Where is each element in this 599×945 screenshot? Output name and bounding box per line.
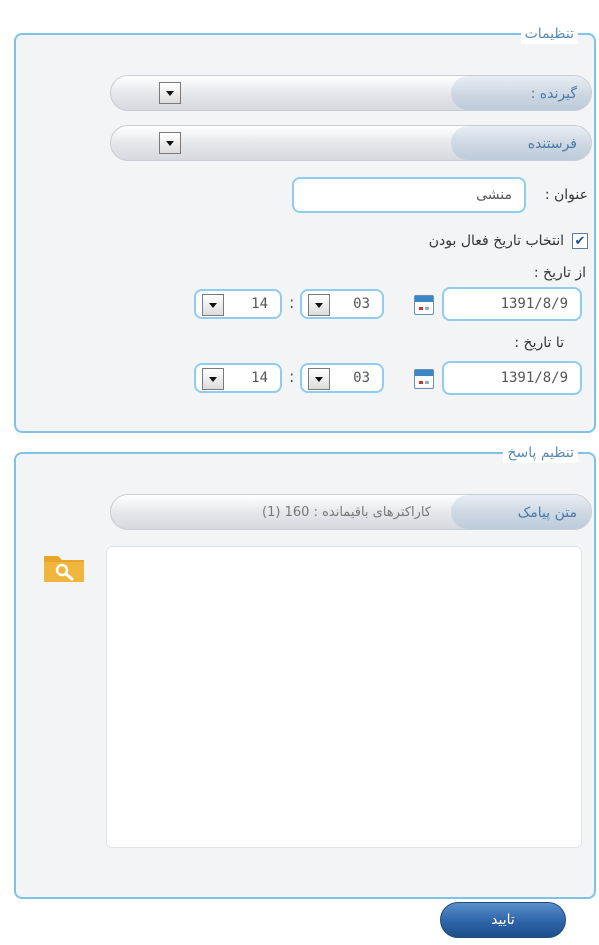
sender-label: فرستنده <box>451 126 591 160</box>
receiver-field[interactable]: گیرنده : <box>110 75 592 111</box>
to-minute-select[interactable]: 03 <box>300 363 384 393</box>
dropdown-arrow-icon <box>209 376 217 382</box>
from-minute-value: 03 <box>353 296 370 312</box>
remaining-chars-text: کاراکترهای باقیمانده : 160 (1) <box>262 505 431 520</box>
enable-date-label: انتخاب تاریخ فعال بودن <box>428 233 564 249</box>
time-separator: : <box>289 367 295 386</box>
sms-text-header: متن پیامک کاراکترهای باقیمانده : 160 (1) <box>110 494 592 530</box>
sms-text-label: متن پیامک <box>451 495 591 529</box>
to-date-label: تا تاریخ : <box>514 335 564 351</box>
from-hour-select[interactable]: 14 <box>194 289 282 319</box>
from-hour-value: 14 <box>251 296 268 312</box>
calendar-icon[interactable] <box>414 295 434 315</box>
dropdown-arrow-button[interactable] <box>202 294 224 316</box>
from-minute-select[interactable]: 03 <box>300 289 384 319</box>
calendar-icon[interactable] <box>414 369 434 389</box>
folder-search-icon[interactable] <box>42 550 86 584</box>
submit-button[interactable]: تایید <box>440 902 566 938</box>
from-date-input[interactable]: 1391/8/9 <box>442 287 582 321</box>
sender-field[interactable]: فرستنده <box>110 125 592 161</box>
receiver-label: گیرنده : <box>451 76 591 110</box>
to-date-input[interactable]: 1391/8/9 <box>442 361 582 395</box>
sender-dropdown-button[interactable] <box>159 132 181 154</box>
dropdown-arrow-icon <box>166 140 174 146</box>
check-mark-icon: ✔ <box>574 233 586 249</box>
settings-section: تنظیمات گیرنده : فرستنده عنوان : منشی ✔ … <box>14 24 596 433</box>
to-hour-value: 14 <box>251 370 268 386</box>
from-date-label: از تاریخ : <box>533 265 586 281</box>
title-label: عنوان : <box>544 187 588 203</box>
reply-section: تنظیم پاسخ متن پیامک کاراکترهای باقیماند… <box>14 443 596 899</box>
dropdown-arrow-icon <box>315 302 323 308</box>
to-minute-value: 03 <box>353 370 370 386</box>
dropdown-arrow-icon <box>315 376 323 382</box>
sms-textarea[interactable] <box>106 546 582 848</box>
time-separator: : <box>289 293 295 312</box>
settings-legend: تنظیمات <box>520 24 578 44</box>
dropdown-arrow-icon <box>209 302 217 308</box>
dropdown-arrow-button[interactable] <box>308 294 330 316</box>
receiver-dropdown-button[interactable] <box>159 82 181 104</box>
title-input[interactable]: منشی <box>292 177 526 213</box>
reply-legend: تنظیم پاسخ <box>503 443 578 463</box>
to-hour-select[interactable]: 14 <box>194 363 282 393</box>
dropdown-arrow-button[interactable] <box>202 368 224 390</box>
dropdown-arrow-icon <box>166 90 174 96</box>
enable-date-checkbox[interactable]: ✔ <box>572 233 588 249</box>
dropdown-arrow-button[interactable] <box>308 368 330 390</box>
